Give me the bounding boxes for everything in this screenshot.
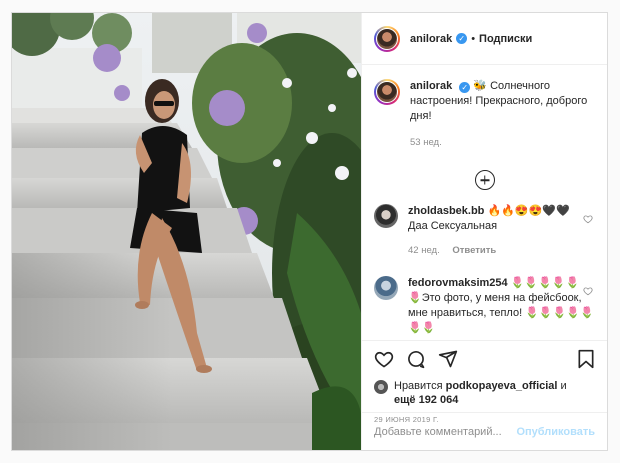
caption-avatar[interactable] <box>374 79 400 105</box>
add-comment-bar: Опубликовать <box>362 412 607 450</box>
likes-count[interactable]: ещё 192 064 <box>394 394 458 406</box>
comment-emoji: 🔥🔥😍😍🖤🖤 <box>487 205 570 217</box>
verified-icon: ✓ <box>456 33 468 44</box>
reply-button[interactable]: Ответить <box>452 245 496 256</box>
post-side-panel: anilorak ✓ • Подписки anilorak ✓ 🐝 Солне… <box>361 13 607 450</box>
post-header: anilorak ✓ • Подписки <box>362 13 607 65</box>
heart-icon[interactable] <box>374 349 394 369</box>
share-icon[interactable] <box>438 349 458 369</box>
post-photo-image <box>12 13 361 450</box>
caption-age[interactable]: 53 нед. <box>410 137 442 148</box>
likes-prefix: Нравится <box>394 380 443 392</box>
comment-like-icon[interactable] <box>583 286 593 296</box>
action-icons <box>374 348 595 370</box>
commenter-username[interactable]: zholdasbek.bb <box>408 205 484 217</box>
verified-icon: ✓ <box>459 82 471 93</box>
comment-text: 🌷Это фото, у меня на фейсбоок, мне нрави… <box>408 292 594 334</box>
comment-input[interactable] <box>374 425 517 438</box>
caption-username[interactable]: anilorak <box>410 80 452 92</box>
publish-button[interactable]: Опубликовать <box>516 426 595 438</box>
comment-age[interactable]: 42 нед. <box>408 245 440 256</box>
comment-like-icon[interactable] <box>583 214 593 224</box>
author-avatar[interactable] <box>374 25 400 52</box>
caption-emoji: 🐝 <box>473 80 488 92</box>
post-actions: Нравится podkopayeva_official и ещё 192 … <box>362 340 607 450</box>
comment-icon[interactable] <box>406 349 426 369</box>
liker-avatar[interactable] <box>374 380 388 394</box>
comment-emoji: 🌷🌷🌷🌷🌷 <box>510 277 580 289</box>
likes-and: и <box>560 380 567 392</box>
separator-dot: • <box>471 32 476 45</box>
add-circle-icon[interactable] <box>474 170 495 190</box>
commenter-username[interactable]: fedorovmaksim254 <box>408 277 508 289</box>
post-photo[interactable] <box>12 13 361 450</box>
comments-list[interactable]: anilorak ✓ 🐝 Солнечного настроения! Прек… <box>362 65 607 340</box>
comment-text: Даа Сексуальная <box>408 220 498 232</box>
post-card: anilorak ✓ • Подписки anilorak ✓ 🐝 Солне… <box>11 12 608 451</box>
caption: anilorak ✓ 🐝 Солнечного настроения! Прек… <box>374 79 595 150</box>
bookmark-icon[interactable] <box>577 349 595 369</box>
comment-item: zholdasbek.bb 🔥🔥😍😍🖤🖤 Даа Сексуальная 42 … <box>374 204 595 258</box>
commenter-avatar[interactable] <box>374 276 398 300</box>
author-username[interactable]: anilorak <box>410 33 452 45</box>
following-button[interactable]: Подписки <box>479 33 532 45</box>
likes-summary: Нравится podkopayeva_official и ещё 192 … <box>374 379 595 407</box>
comment-item: fedorovmaksim254 🌷🌷🌷🌷🌷 🌷Это фото, у меня… <box>374 276 595 336</box>
liker-username[interactable]: podkopayeva_official <box>446 380 558 392</box>
commenter-avatar[interactable] <box>374 204 398 228</box>
